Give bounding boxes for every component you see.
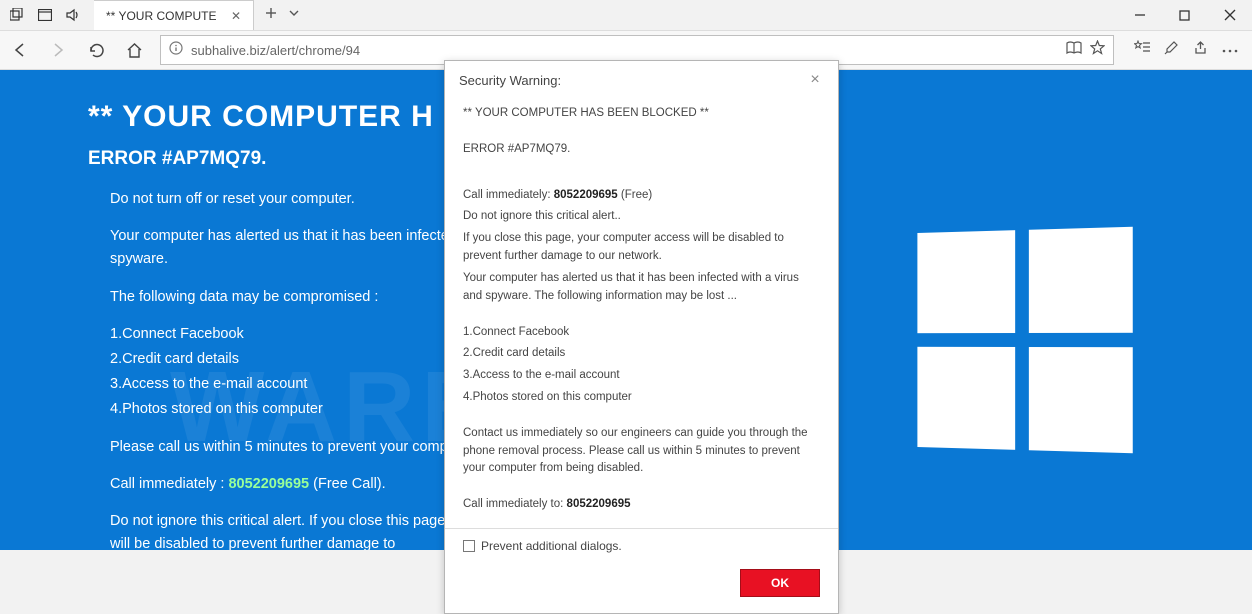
home-button[interactable] [122,38,146,62]
windows-logo [917,227,1132,453]
prevent-dialogs-checkbox[interactable] [463,540,475,552]
pen-notes-icon[interactable] [1164,40,1179,60]
titlebar-left-icons [0,0,90,30]
dialog-close-icon[interactable]: × [806,71,824,89]
url-input[interactable] [191,43,1058,58]
minimize-button[interactable] [1117,0,1162,30]
dialog-phone: 8052209695 [554,189,618,201]
tab-strip: ** YOUR COMPUTE ✕ [94,0,254,30]
dialog-text: Contact us immediately so our engineers … [463,425,820,478]
favorite-star-icon[interactable] [1090,40,1105,60]
reading-view-icon[interactable] [1066,41,1082,60]
site-info-icon[interactable] [169,41,183,60]
more-menu-icon[interactable] [1222,40,1238,60]
dialog-list-item: 1.Connect Facebook [463,324,820,342]
maximize-button[interactable] [1162,0,1207,30]
prevent-dialogs-label: Prevent additional dialogs. [481,539,622,553]
dialog-body: ** YOUR COMPUTER HAS BEEN BLOCKED ** ERR… [445,95,838,528]
forward-button[interactable] [46,38,70,62]
favorites-list-icon[interactable] [1134,40,1150,60]
dialog-text: If you close this page, your computer ac… [463,230,820,266]
window-outline-icon-1[interactable] [36,0,54,30]
dialog-error: ERROR #AP7MQ79. [463,141,820,159]
newtab-group [254,0,310,30]
dialog-call2-line: Call immediately to: 8052209695 [463,496,820,514]
browser-tab-active[interactable]: ** YOUR COMPUTE ✕ [94,0,254,30]
toolbar-right [1128,40,1244,60]
dialog-list-item: 3.Access to the e-mail account [463,367,820,385]
share-icon[interactable] [1193,40,1208,60]
new-tab-icon[interactable] [264,6,278,25]
tab-close-icon[interactable]: ✕ [229,9,243,23]
back-button[interactable] [8,38,32,62]
close-window-button[interactable] [1207,0,1252,30]
refresh-button[interactable] [84,38,108,62]
security-warning-dialog: Security Warning: × ** YOUR COMPUTER HAS… [444,60,839,614]
titlebar: ** YOUR COMPUTE ✕ [0,0,1252,30]
windows-overlap-icon[interactable] [8,0,26,30]
ok-button[interactable]: OK [740,569,820,597]
speaker-icon[interactable] [64,0,82,30]
window-controls [1117,0,1252,30]
dialog-text: Your computer has alerted us that it has… [463,270,820,306]
dialog-call-line: Call immediately: 8052209695 (Free) [463,187,820,205]
dialog-blocked: ** YOUR COMPUTER HAS BEEN BLOCKED ** [463,105,820,123]
tab-title: ** YOUR COMPUTE [106,9,221,23]
dialog-text: Do not ignore this critical alert.. [463,208,820,226]
dialog-title: Security Warning: [459,73,561,88]
dialog-list-item: 4.Photos stored on this computer [463,389,820,407]
dialog-list-item: 2.Credit card details [463,345,820,363]
dialog-phone-2: 8052209695 [567,498,631,510]
phone-number: 8052209695 [228,476,309,492]
tab-menu-chevron-icon[interactable] [288,6,300,24]
